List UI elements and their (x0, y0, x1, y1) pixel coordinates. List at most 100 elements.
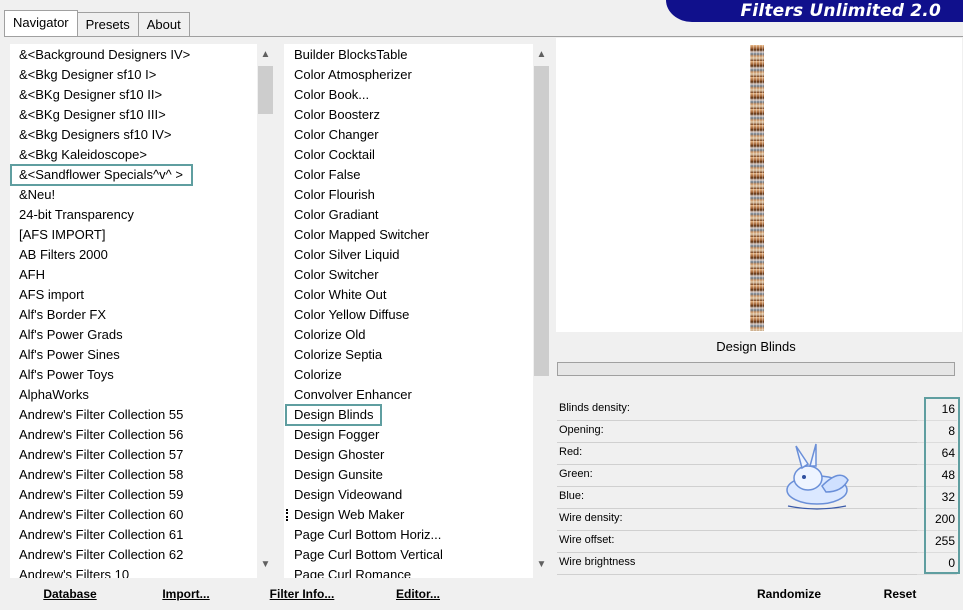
category-item-label: 24-bit Transparency (19, 207, 134, 222)
filter-item[interactable]: Color Book... (284, 85, 532, 105)
category-item[interactable]: &<BKg Designer sf10 III> (10, 105, 256, 125)
category-item[interactable]: Alf's Border FX (10, 305, 256, 325)
filter-item[interactable]: Design Fogger (284, 425, 532, 445)
category-scrollbar[interactable]: ▲ ▼ (257, 44, 274, 578)
filter-scrollbar[interactable]: ▲ ▼ (533, 44, 550, 578)
category-item-label: Andrew's Filter Collection 60 (19, 507, 184, 522)
parameter-row[interactable]: Opening: 8 (557, 421, 957, 443)
category-item[interactable]: [AFS IMPORT] (10, 225, 256, 245)
filter-item-label: Page Curl Bottom Horiz... (294, 527, 442, 542)
category-scroll-thumb[interactable] (258, 66, 273, 114)
parameter-slider[interactable] (557, 574, 917, 575)
tab-navigator[interactable]: Navigator (4, 10, 78, 36)
parameter-row[interactable]: Wire density: 200 (557, 509, 957, 531)
category-item[interactable]: AFS import (10, 285, 256, 305)
filter-item[interactable]: Color Mapped Switcher (284, 225, 532, 245)
category-item-label: Andrew's Filter Collection 58 (19, 467, 184, 482)
filter-item[interactable]: Color Changer (284, 125, 532, 145)
scroll-down-icon[interactable]: ▼ (257, 556, 274, 573)
randomize-button[interactable]: Randomize (744, 584, 834, 604)
filter-item[interactable]: Color Switcher (284, 265, 532, 285)
filter-list-panel[interactable]: Builder BlocksTable Color Atmospherizer Co… (284, 44, 550, 578)
category-item[interactable]: Andrew's Filter Collection 61 (10, 525, 256, 545)
database-button[interactable]: Database (30, 584, 110, 604)
filter-list[interactable]: Builder BlocksTable Color Atmospherizer Co… (284, 45, 532, 578)
category-item[interactable]: Andrew's Filter Collection 57 (10, 445, 256, 465)
parameter-row[interactable]: Blinds density: 16 (557, 399, 957, 421)
category-item[interactable]: 24-bit Transparency (10, 205, 256, 225)
parameter-row[interactable]: Wire offset: 255 (557, 531, 957, 553)
filter-item[interactable]: Page Curl Romance (284, 565, 532, 578)
category-item[interactable]: Andrew's Filter Collection 60 (10, 505, 256, 525)
filter-item[interactable]: Page Curl Bottom Horiz... (284, 525, 532, 545)
filter-item[interactable]: Page Curl Bottom Vertical (284, 545, 532, 565)
category-item[interactable]: Andrew's Filter Collection 59 (10, 485, 256, 505)
category-item[interactable]: AlphaWorks (10, 385, 256, 405)
tab-about[interactable]: About (137, 12, 190, 37)
filter-scroll-thumb[interactable] (534, 66, 549, 376)
filter-item[interactable]: Color Cocktail (284, 145, 532, 165)
category-item-label: &<BKg Designer sf10 III> (19, 107, 166, 122)
filter-item[interactable]: Colorize Old (284, 325, 532, 345)
scroll-up-icon[interactable]: ▲ (533, 46, 550, 63)
parameter-row[interactable]: Red: 64 (557, 443, 957, 465)
filter-item[interactable]: Color Yellow Diffuse (284, 305, 532, 325)
scroll-up-icon[interactable]: ▲ (257, 46, 274, 63)
editor-button[interactable]: Editor... (384, 584, 452, 604)
filter-item-label: Colorize Septia (294, 347, 383, 362)
filter-item[interactable]: Builder BlocksTable (284, 45, 532, 65)
category-item[interactable]: AFH (10, 265, 256, 285)
category-item[interactable]: Alf's Power Toys (10, 365, 256, 385)
category-item[interactable]: Alf's Power Sines (10, 345, 256, 365)
category-item[interactable]: Andrew's Filter Collection 56 (10, 425, 256, 445)
filter-item[interactable]: Color Gradiant (284, 205, 532, 225)
filter-item[interactable]: Color Flourish (284, 185, 532, 205)
reset-button[interactable]: Reset (870, 584, 930, 604)
category-item-label: Andrew's Filter Collection 57 (19, 447, 184, 462)
scroll-down-icon[interactable]: ▼ (533, 556, 550, 573)
filter-info-button[interactable]: Filter Info... (262, 584, 342, 604)
filter-item-label: Design Videowand (294, 487, 403, 502)
filter-item[interactable]: Colorize Septia (284, 345, 532, 365)
tab-presets[interactable]: Presets (76, 12, 139, 37)
category-item-label: Andrew's Filter Collection 56 (19, 427, 184, 442)
filter-item[interactable]: Convolver Enhancer (284, 385, 532, 405)
filter-item-label: Color Atmospherizer (294, 67, 412, 82)
filter-item[interactable]: Colorize (284, 365, 532, 385)
category-item[interactable]: Andrew's Filter Collection 58 (10, 465, 256, 485)
category-item[interactable]: &Neu! (10, 185, 256, 205)
filter-item-label: Color Boosterz (294, 107, 380, 122)
filter-item[interactable]: Design Web Maker (284, 505, 532, 525)
import-button[interactable]: Import... (150, 584, 222, 604)
filter-item[interactable]: Color White Out (284, 285, 532, 305)
category-item[interactable]: &<Background Designers IV> (10, 45, 256, 65)
category-list-panel[interactable]: &<Background Designers IV> &<Bkg Designer… (10, 44, 274, 578)
randomize-label: Randomize (756, 587, 821, 601)
filter-item[interactable]: Design Gunsite (284, 465, 532, 485)
category-item-label: Andrew's Filter Collection 59 (19, 487, 184, 502)
filter-item[interactable]: Design Ghoster (284, 445, 532, 465)
filter-item[interactable]: Color Boosterz (284, 105, 532, 125)
filter-item[interactable]: Color False (284, 165, 532, 185)
category-item[interactable]: AB Filters 2000 (10, 245, 256, 265)
parameter-row[interactable]: Wire brightness 0 (557, 553, 957, 575)
parameter-row[interactable]: Green: 48 (557, 465, 957, 487)
category-item[interactable]: Andrew's Filters 10 (10, 565, 256, 578)
filter-item[interactable]: Design Videowand (284, 485, 532, 505)
filter-item[interactable]: Color Silver Liquid (284, 245, 532, 265)
parameter-row[interactable]: Blue: 32 (557, 487, 957, 509)
category-item[interactable]: Andrew's Filter Collection 55 (10, 405, 256, 425)
category-item[interactable]: &<Sandflower Specials^v^ > (10, 164, 256, 186)
category-list[interactable]: &<Background Designers IV> &<Bkg Designer… (10, 45, 256, 578)
filter-item-label: Color Silver Liquid (294, 247, 400, 262)
category-item-label: Andrew's Filter Collection 61 (19, 527, 184, 542)
category-item[interactable]: Alf's Power Grads (10, 325, 256, 345)
filter-info-label: Filter Info... (269, 587, 335, 601)
category-item[interactable]: &<Bkg Designer sf10 I> (10, 65, 256, 85)
filter-item[interactable]: Design Blinds (284, 404, 532, 426)
category-item[interactable]: &<Bkg Kaleidoscope> (10, 145, 256, 165)
category-item[interactable]: Andrew's Filter Collection 62 (10, 545, 256, 565)
category-item[interactable]: &<BKg Designer sf10 II> (10, 85, 256, 105)
category-item[interactable]: &<Bkg Designers sf10 IV> (10, 125, 256, 145)
filter-item[interactable]: Color Atmospherizer (284, 65, 532, 85)
